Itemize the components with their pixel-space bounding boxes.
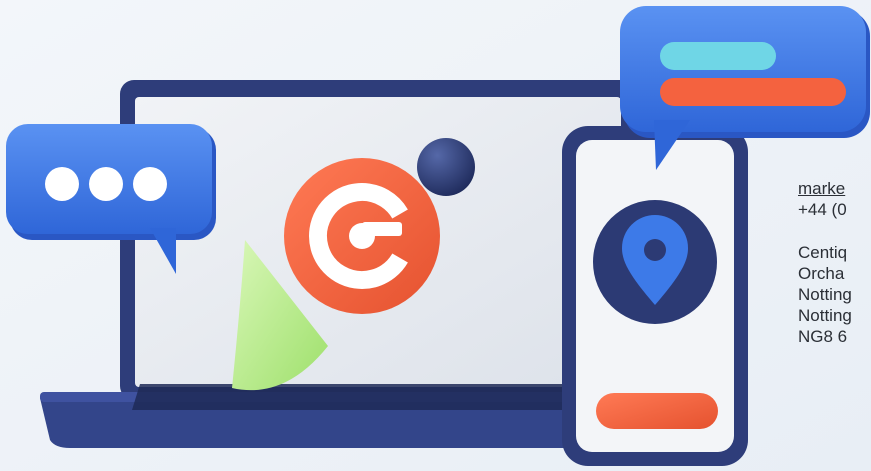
hero-illustration xyxy=(0,0,871,471)
phone xyxy=(562,126,748,466)
at-sign-icon xyxy=(284,158,440,314)
address-line-3: Notting xyxy=(798,285,852,304)
address-line-1: Centiq xyxy=(798,243,848,262)
address-line-5: NG8 6 xyxy=(798,327,848,346)
phone-number: +44 (0 xyxy=(798,200,847,219)
address-line-4: Notting xyxy=(798,306,852,325)
sphere-shape xyxy=(417,138,475,196)
address-line-2: Orcha xyxy=(798,264,845,283)
contact-info: marke +44 (0 Centiq Orcha Notting Nottin… xyxy=(798,178,871,347)
email-link[interactable]: marke xyxy=(798,179,845,198)
